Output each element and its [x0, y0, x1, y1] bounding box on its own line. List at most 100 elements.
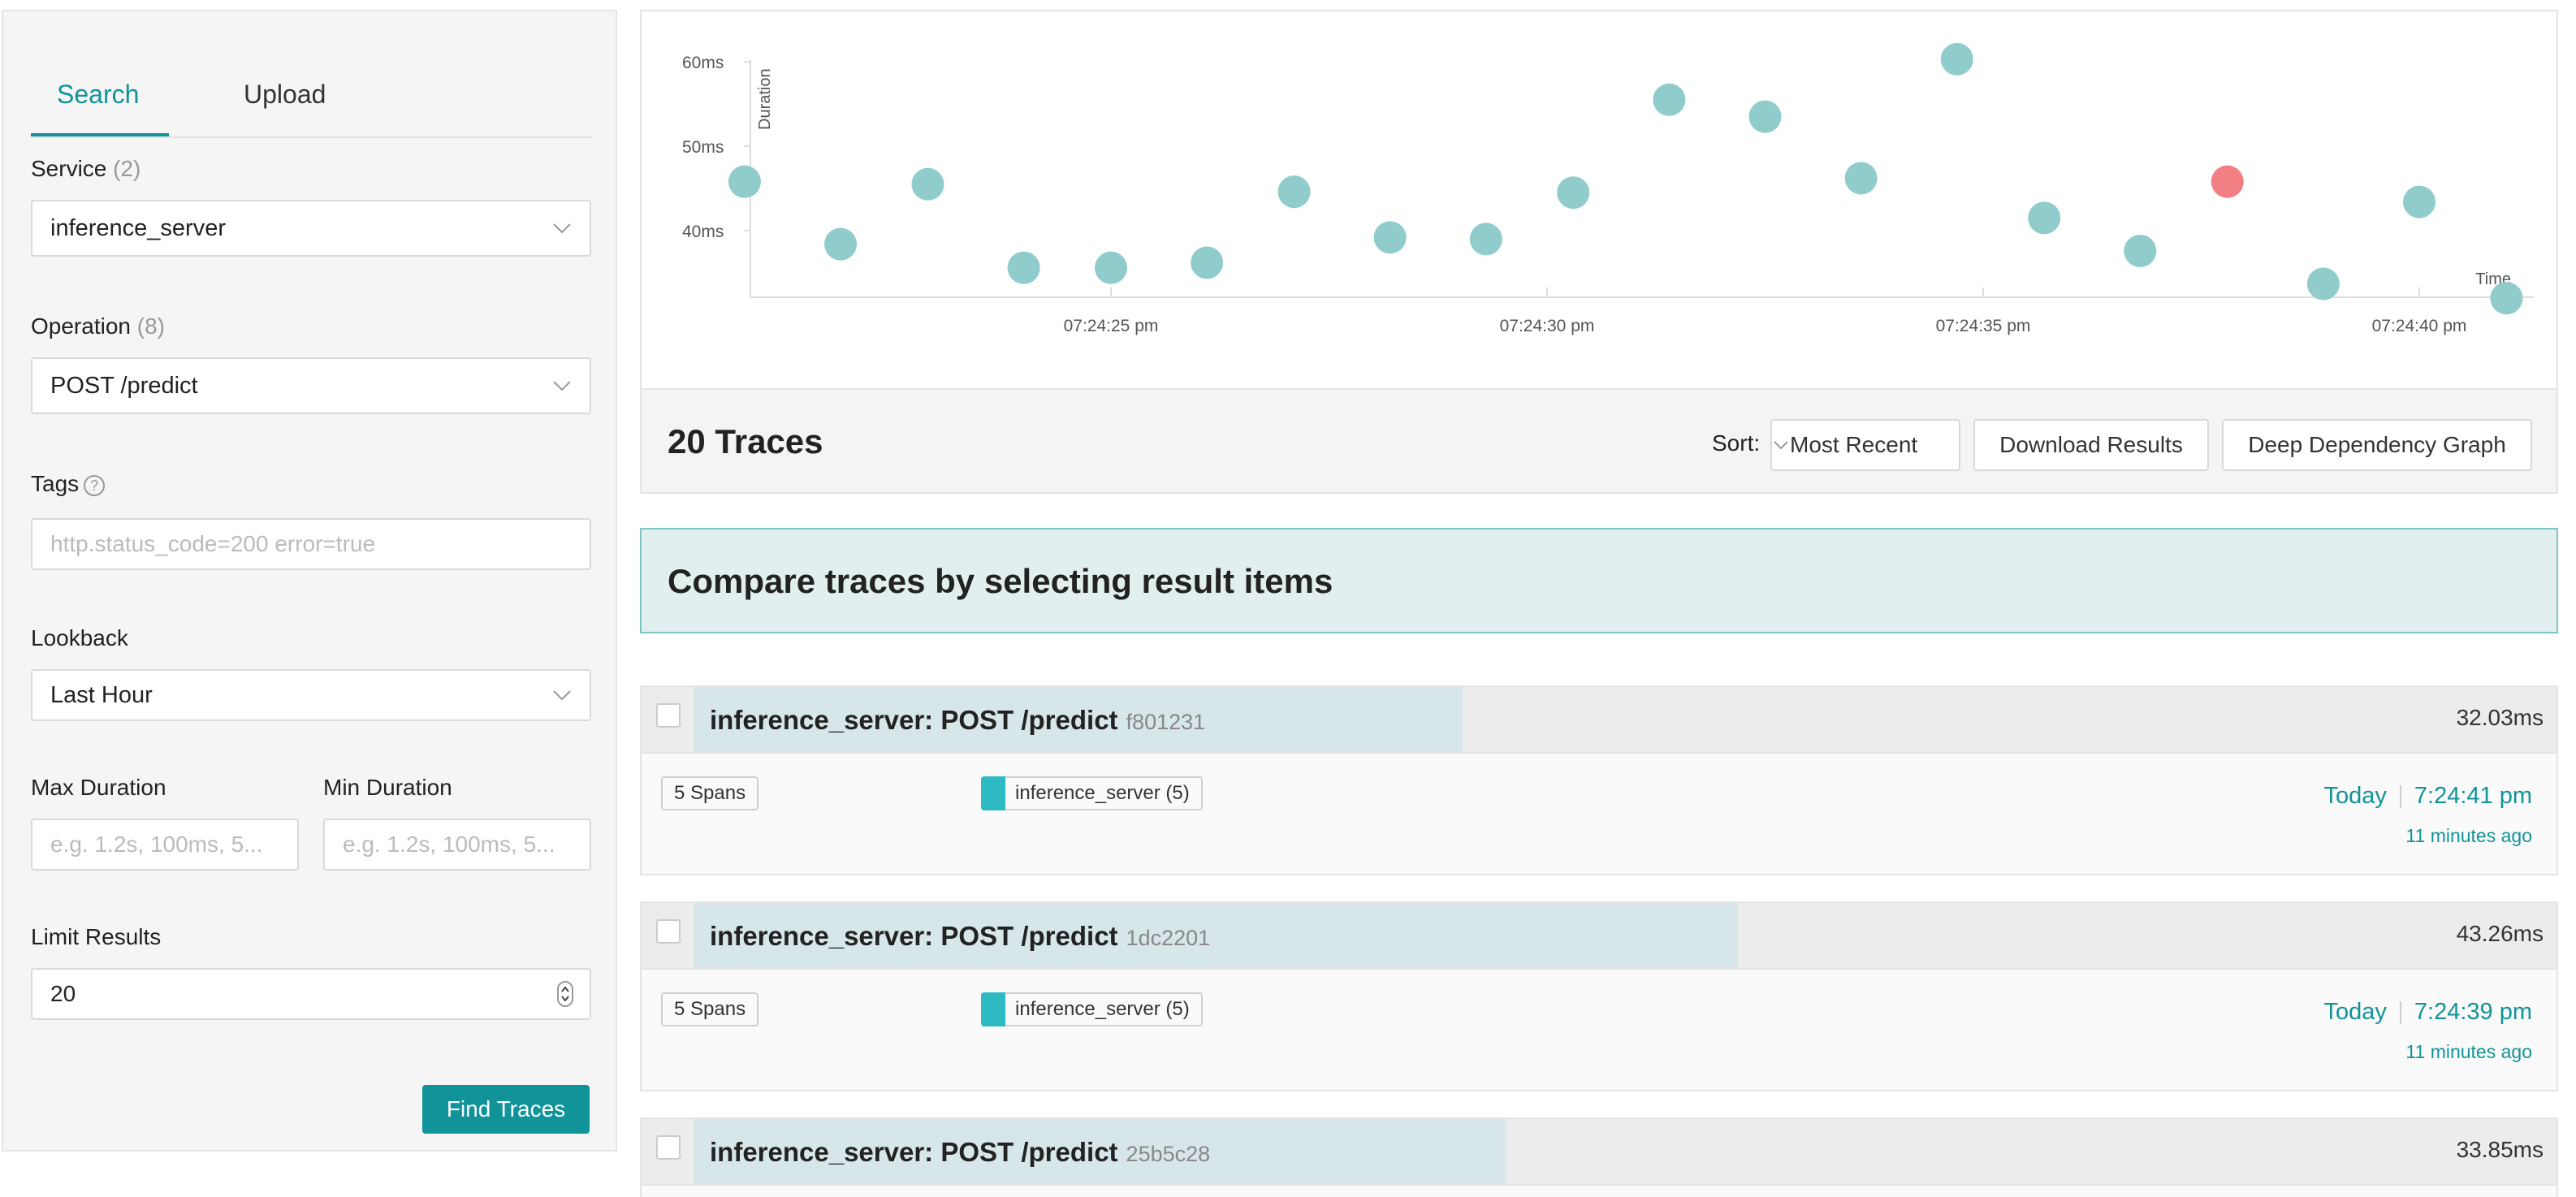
trace-timestamp: Today 7:24:41 pm — [2324, 783, 2533, 810]
service-tag-label: inference_server (5) — [1015, 782, 1190, 804]
operation-label-text: Operation — [31, 313, 131, 339]
trace-point[interactable] — [911, 167, 944, 201]
trace-duration: 32.03ms — [2456, 705, 2544, 730]
y-tick-label: 40ms — [682, 223, 724, 241]
service-select[interactable]: inference_server — [31, 200, 591, 257]
trace-title-text: inference_server: POST /predict — [710, 921, 1118, 951]
span-count-tag: 5 Spans — [661, 776, 759, 810]
trace-time: 7:24:39 pm — [2414, 999, 2532, 1025]
operation-label: Operation (8) — [31, 313, 165, 339]
trace-item-header[interactable]: inference_server: POST /predict 25b5c28 3… — [642, 1119, 2557, 1186]
trace-item-header[interactable]: inference_server: POST /predict 1dc2201 4… — [642, 903, 2557, 970]
error-trace-point[interactable] — [2211, 165, 2244, 198]
y-axis-title: Duration — [756, 68, 774, 130]
trace-title[interactable]: inference_server: POST /predict 25b5c28 — [710, 1137, 1210, 1168]
trace-point[interactable] — [824, 227, 858, 261]
x-tick-label: 07:24:25 pm — [1064, 317, 1159, 335]
find-traces-button[interactable]: Find Traces — [422, 1085, 590, 1134]
trace-point[interactable] — [2306, 267, 2340, 300]
tab-upload[interactable]: Upload — [244, 80, 326, 110]
service-color-swatch — [981, 992, 1005, 1026]
min-duration-placeholder: e.g. 1.2s, 100ms, 5... — [343, 832, 555, 857]
trace-id: f801231 — [1126, 710, 1206, 734]
min-duration-input[interactable]: e.g. 1.2s, 100ms, 5... — [323, 819, 591, 871]
trace-title[interactable]: inference_server: POST /predict 1dc2201 — [710, 921, 1210, 952]
chevron-down-icon — [553, 381, 571, 391]
x-tick-label: 07:24:35 pm — [1936, 317, 2031, 335]
trace-select-checkbox[interactable] — [656, 919, 681, 944]
trace-point[interactable] — [1748, 100, 1782, 133]
search-tabs: Search Upload — [31, 60, 591, 138]
sort-label: Sort: — [1712, 430, 1761, 456]
divider — [2399, 785, 2401, 809]
service-label: Service (2) — [31, 156, 140, 182]
service-select-value: inference_server — [50, 215, 226, 241]
trace-date: Today — [2323, 783, 2387, 809]
service-tag: inference_server (5) — [981, 776, 1203, 810]
trace-point[interactable] — [2028, 201, 2061, 235]
limit-results-input[interactable]: 20 — [31, 968, 591, 1020]
trace-point[interactable] — [2490, 282, 2523, 315]
search-sidebar: Search Upload Service (2) inference_serv… — [2, 10, 617, 1152]
trace-point[interactable] — [1940, 42, 1973, 76]
trace-time: 7:24:41 pm — [2414, 783, 2532, 809]
trace-point[interactable] — [1095, 251, 1127, 284]
trace-date: Today — [2323, 999, 2387, 1025]
operation-select[interactable]: POST /predict — [31, 357, 591, 414]
trace-relative-time: 11 minutes ago — [2405, 825, 2532, 846]
trace-item[interactable]: inference_server: POST /predict 25b5c28 3… — [640, 1117, 2558, 1197]
service-color-swatch — [981, 776, 1005, 810]
x-tick-label: 07:24:30 pm — [1500, 317, 1595, 335]
compare-banner: Compare traces by selecting result items — [640, 528, 2558, 633]
lookback-select[interactable]: Last Hour — [31, 669, 591, 721]
trace-point[interactable] — [1844, 162, 1878, 195]
lookback-select-value: Last Hour — [50, 682, 153, 708]
trace-point[interactable] — [1191, 246, 1224, 279]
max-duration-label: Max Duration — [31, 775, 166, 800]
trace-select-checkbox[interactable] — [656, 703, 681, 728]
trace-item[interactable]: inference_server: POST /predict f801231 3… — [640, 685, 2558, 875]
trace-point[interactable] — [2403, 185, 2436, 218]
chevron-down-icon — [553, 223, 571, 234]
tags-input[interactable]: http.status_code=200 error=true — [31, 518, 591, 570]
max-duration-input[interactable]: e.g. 1.2s, 100ms, 5... — [31, 819, 299, 871]
trace-duration: 43.26ms — [2456, 921, 2544, 946]
trace-point[interactable] — [1277, 175, 1311, 209]
service-tag: inference_server (5) — [981, 992, 1203, 1026]
scatter-plot-panel: 40ms 50ms 60ms 07:24:25 pm 07:24:30 pm 07:24:… — [640, 10, 2558, 494]
trace-point[interactable] — [728, 165, 761, 198]
trace-point[interactable] — [1557, 176, 1590, 210]
trace-relative-time: 11 minutes ago — [2405, 1041, 2532, 1062]
trace-point[interactable] — [1469, 223, 1502, 256]
deep-dependency-graph-button[interactable]: Deep Dependency Graph — [2222, 419, 2532, 471]
trace-title[interactable]: inference_server: POST /predict f801231 — [710, 705, 1205, 736]
span-count-tag: 5 Spans — [661, 992, 759, 1026]
trace-point[interactable] — [1007, 251, 1040, 284]
chevron-down-icon — [1774, 441, 1788, 450]
trace-select-checkbox[interactable] — [656, 1135, 681, 1160]
trace-item-header[interactable]: inference_server: POST /predict f801231 3… — [642, 687, 2557, 754]
lookback-label: Lookback — [31, 625, 128, 650]
trace-item[interactable]: inference_server: POST /predict 1dc2201 4… — [640, 901, 2558, 1091]
trace-point[interactable] — [2124, 234, 2157, 267]
trace-point[interactable] — [1373, 221, 1407, 254]
trace-id: 25b5c28 — [1126, 1142, 1211, 1166]
stepper-icon[interactable] — [557, 981, 573, 1007]
y-tick-label: 60ms — [682, 54, 724, 72]
help-icon[interactable]: ? — [84, 474, 106, 496]
limit-results-label: Limit Results — [31, 924, 162, 949]
tags-input-placeholder: http.status_code=200 error=true — [50, 531, 376, 556]
operation-select-value: POST /predict — [50, 373, 198, 399]
tab-search[interactable]: Search — [57, 80, 139, 110]
trace-title-text: inference_server: POST /predict — [710, 705, 1118, 735]
results-title: 20 Traces — [668, 422, 823, 460]
download-results-button[interactable]: Download Results — [1973, 419, 2209, 471]
y-tick-label: 50ms — [682, 138, 724, 157]
sort-select-value: Most Recent — [1790, 432, 1918, 457]
divider — [2399, 1001, 2401, 1025]
trace-id: 1dc2201 — [1126, 926, 1211, 950]
trace-point[interactable] — [1653, 83, 1686, 116]
chevron-down-icon — [553, 690, 571, 701]
sort-select[interactable]: Most Recent — [1770, 419, 1960, 471]
duration-scatter-plot: 40ms 50ms 60ms 07:24:25 pm 07:24:30 pm 07:24:… — [682, 42, 2534, 335]
